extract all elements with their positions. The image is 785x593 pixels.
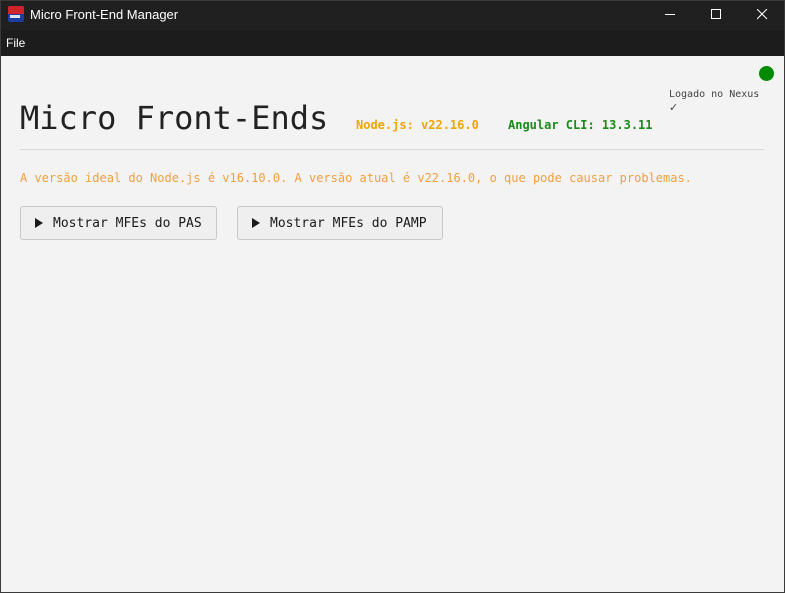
- menu-bar: File: [0, 30, 785, 56]
- page-title: Micro Front-Ends: [20, 99, 329, 137]
- show-pas-mfes-label: Mostrar MFEs do PAS: [53, 215, 202, 231]
- angular-cli-version-label: Angular CLI: 13.3.11: [508, 118, 653, 132]
- node-version-warning: A versão ideal do Node.js é v16.10.0. A …: [20, 171, 692, 185]
- node-version-label: Node.js: v22.16.0: [356, 118, 479, 132]
- minimize-button[interactable]: [647, 0, 693, 30]
- maximize-icon: [711, 9, 721, 19]
- title-bar[interactable]: Micro Front-End Manager: [0, 0, 785, 30]
- show-pamp-mfes-label: Mostrar MFEs do PAMP: [270, 215, 427, 231]
- play-icon: [252, 218, 260, 228]
- minimize-icon: [665, 14, 675, 15]
- header-divider: [20, 149, 764, 150]
- show-pamp-mfes-button[interactable]: Mostrar MFEs do PAMP: [237, 206, 443, 240]
- nexus-status-indicator: [759, 66, 774, 81]
- maximize-button[interactable]: [693, 0, 739, 30]
- check-icon: ✓: [669, 101, 679, 114]
- show-pas-mfes-button[interactable]: Mostrar MFEs do PAS: [20, 206, 217, 240]
- menu-item-file[interactable]: File: [6, 36, 25, 50]
- play-icon: [35, 218, 43, 228]
- app-window: Micro Front-End Manager File Logado no N…: [0, 0, 785, 593]
- app-logo-icon: [8, 6, 24, 22]
- window-title: Micro Front-End Manager: [30, 7, 179, 22]
- close-button[interactable]: [739, 0, 785, 30]
- main-content: Logado no Nexus ✓ Micro Front-Ends Node.…: [0, 56, 785, 593]
- close-icon: [757, 9, 768, 20]
- nexus-status-label: Logado no Nexus: [669, 89, 760, 100]
